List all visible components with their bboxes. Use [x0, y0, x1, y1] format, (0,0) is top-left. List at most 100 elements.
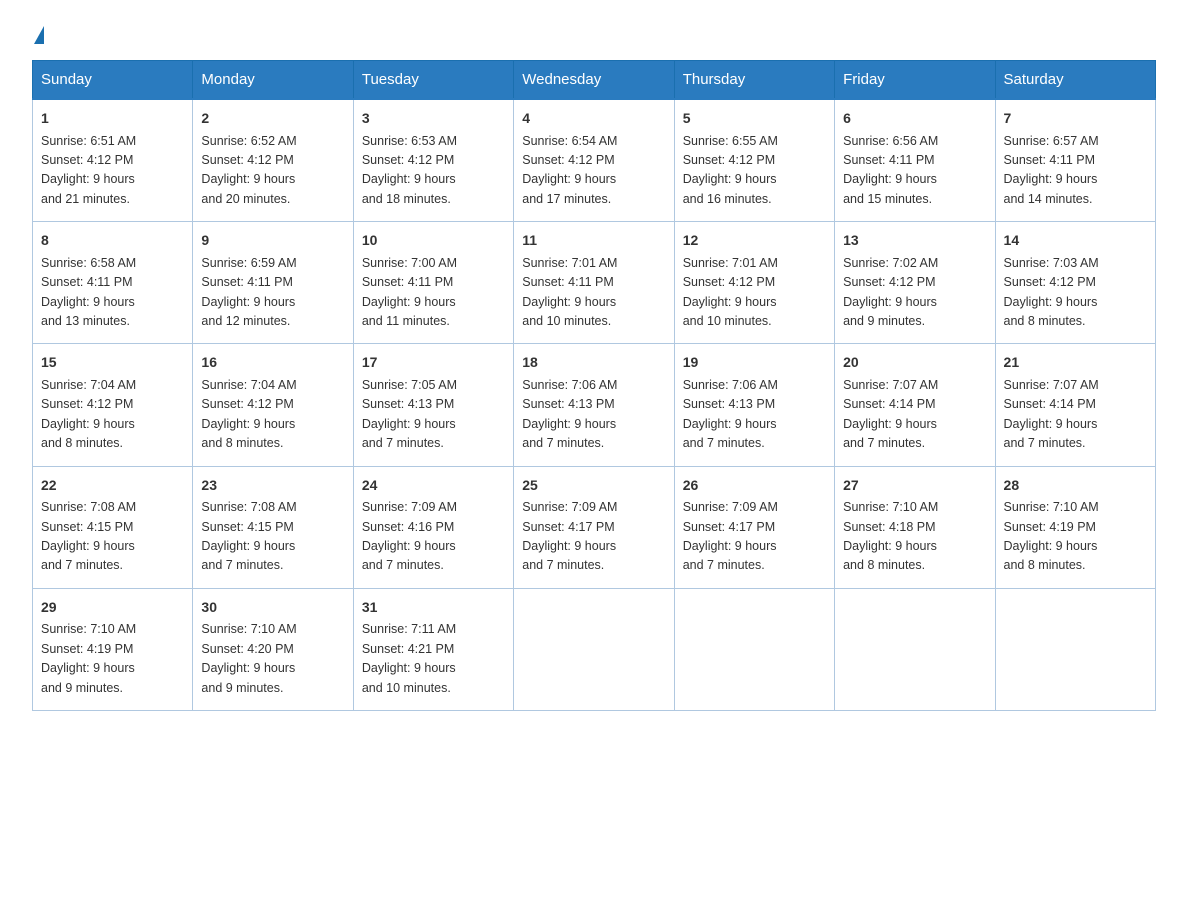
day-info: Sunrise: 7:10 AMSunset: 4:20 PMDaylight:… [201, 622, 296, 694]
calendar-cell: 18 Sunrise: 7:06 AMSunset: 4:13 PMDaylig… [514, 344, 674, 466]
day-info: Sunrise: 7:09 AMSunset: 4:17 PMDaylight:… [522, 500, 617, 572]
day-number: 17 [362, 352, 505, 374]
day-info: Sunrise: 6:53 AMSunset: 4:12 PMDaylight:… [362, 134, 457, 206]
day-info: Sunrise: 7:11 AMSunset: 4:21 PMDaylight:… [362, 622, 456, 694]
calendar-cell: 27 Sunrise: 7:10 AMSunset: 4:18 PMDaylig… [835, 466, 995, 588]
calendar-cell: 29 Sunrise: 7:10 AMSunset: 4:19 PMDaylig… [33, 588, 193, 710]
day-info: Sunrise: 7:08 AMSunset: 4:15 PMDaylight:… [41, 500, 136, 572]
day-number: 2 [201, 108, 344, 130]
calendar-week-row: 29 Sunrise: 7:10 AMSunset: 4:19 PMDaylig… [33, 588, 1156, 710]
day-info: Sunrise: 6:59 AMSunset: 4:11 PMDaylight:… [201, 256, 296, 328]
day-number: 18 [522, 352, 665, 374]
day-number: 1 [41, 108, 184, 130]
day-number: 13 [843, 230, 986, 252]
day-number: 29 [41, 597, 184, 619]
calendar-cell: 9 Sunrise: 6:59 AMSunset: 4:11 PMDayligh… [193, 222, 353, 344]
calendar-cell [514, 588, 674, 710]
page-header [32, 24, 1156, 42]
calendar-week-row: 8 Sunrise: 6:58 AMSunset: 4:11 PMDayligh… [33, 222, 1156, 344]
calendar-cell: 28 Sunrise: 7:10 AMSunset: 4:19 PMDaylig… [995, 466, 1155, 588]
calendar-cell [995, 588, 1155, 710]
day-number: 7 [1004, 108, 1147, 130]
day-number: 26 [683, 475, 826, 497]
day-info: Sunrise: 7:05 AMSunset: 4:13 PMDaylight:… [362, 378, 457, 450]
calendar-cell: 3 Sunrise: 6:53 AMSunset: 4:12 PMDayligh… [353, 99, 513, 222]
day-info: Sunrise: 7:06 AMSunset: 4:13 PMDaylight:… [522, 378, 617, 450]
calendar-cell: 22 Sunrise: 7:08 AMSunset: 4:15 PMDaylig… [33, 466, 193, 588]
day-info: Sunrise: 7:02 AMSunset: 4:12 PMDaylight:… [843, 256, 938, 328]
weekday-header-saturday: Saturday [995, 61, 1155, 100]
day-info: Sunrise: 7:07 AMSunset: 4:14 PMDaylight:… [843, 378, 938, 450]
day-number: 21 [1004, 352, 1147, 374]
day-number: 5 [683, 108, 826, 130]
day-info: Sunrise: 7:10 AMSunset: 4:18 PMDaylight:… [843, 500, 938, 572]
calendar-week-row: 15 Sunrise: 7:04 AMSunset: 4:12 PMDaylig… [33, 344, 1156, 466]
calendar-cell: 24 Sunrise: 7:09 AMSunset: 4:16 PMDaylig… [353, 466, 513, 588]
day-info: Sunrise: 7:10 AMSunset: 4:19 PMDaylight:… [1004, 500, 1099, 572]
day-number: 14 [1004, 230, 1147, 252]
weekday-header-wednesday: Wednesday [514, 61, 674, 100]
calendar-cell [674, 588, 834, 710]
calendar-cell: 21 Sunrise: 7:07 AMSunset: 4:14 PMDaylig… [995, 344, 1155, 466]
calendar-cell: 20 Sunrise: 7:07 AMSunset: 4:14 PMDaylig… [835, 344, 995, 466]
calendar-cell: 1 Sunrise: 6:51 AMSunset: 4:12 PMDayligh… [33, 99, 193, 222]
day-info: Sunrise: 6:54 AMSunset: 4:12 PMDaylight:… [522, 134, 617, 206]
day-number: 11 [522, 230, 665, 252]
weekday-header-row: SundayMondayTuesdayWednesdayThursdayFrid… [33, 61, 1156, 100]
calendar-table: SundayMondayTuesdayWednesdayThursdayFrid… [32, 60, 1156, 711]
weekday-header-sunday: Sunday [33, 61, 193, 100]
day-number: 30 [201, 597, 344, 619]
calendar-cell [835, 588, 995, 710]
logo-triangle-icon [34, 26, 44, 44]
calendar-cell: 30 Sunrise: 7:10 AMSunset: 4:20 PMDaylig… [193, 588, 353, 710]
day-info: Sunrise: 7:03 AMSunset: 4:12 PMDaylight:… [1004, 256, 1099, 328]
day-number: 12 [683, 230, 826, 252]
day-number: 15 [41, 352, 184, 374]
weekday-header-friday: Friday [835, 61, 995, 100]
day-number: 24 [362, 475, 505, 497]
day-info: Sunrise: 6:55 AMSunset: 4:12 PMDaylight:… [683, 134, 778, 206]
calendar-week-row: 22 Sunrise: 7:08 AMSunset: 4:15 PMDaylig… [33, 466, 1156, 588]
day-info: Sunrise: 7:01 AMSunset: 4:11 PMDaylight:… [522, 256, 617, 328]
calendar-week-row: 1 Sunrise: 6:51 AMSunset: 4:12 PMDayligh… [33, 99, 1156, 222]
calendar-cell: 11 Sunrise: 7:01 AMSunset: 4:11 PMDaylig… [514, 222, 674, 344]
calendar-cell: 5 Sunrise: 6:55 AMSunset: 4:12 PMDayligh… [674, 99, 834, 222]
calendar-cell: 17 Sunrise: 7:05 AMSunset: 4:13 PMDaylig… [353, 344, 513, 466]
calendar-cell: 4 Sunrise: 6:54 AMSunset: 4:12 PMDayligh… [514, 99, 674, 222]
day-number: 4 [522, 108, 665, 130]
day-info: Sunrise: 7:04 AMSunset: 4:12 PMDaylight:… [41, 378, 136, 450]
calendar-cell: 31 Sunrise: 7:11 AMSunset: 4:21 PMDaylig… [353, 588, 513, 710]
weekday-header-thursday: Thursday [674, 61, 834, 100]
weekday-header-tuesday: Tuesday [353, 61, 513, 100]
calendar-cell: 8 Sunrise: 6:58 AMSunset: 4:11 PMDayligh… [33, 222, 193, 344]
calendar-cell: 15 Sunrise: 7:04 AMSunset: 4:12 PMDaylig… [33, 344, 193, 466]
day-info: Sunrise: 7:07 AMSunset: 4:14 PMDaylight:… [1004, 378, 1099, 450]
day-number: 19 [683, 352, 826, 374]
calendar-cell: 7 Sunrise: 6:57 AMSunset: 4:11 PMDayligh… [995, 99, 1155, 222]
day-number: 20 [843, 352, 986, 374]
calendar-cell: 10 Sunrise: 7:00 AMSunset: 4:11 PMDaylig… [353, 222, 513, 344]
day-info: Sunrise: 7:09 AMSunset: 4:16 PMDaylight:… [362, 500, 457, 572]
calendar-cell: 2 Sunrise: 6:52 AMSunset: 4:12 PMDayligh… [193, 99, 353, 222]
calendar-cell: 6 Sunrise: 6:56 AMSunset: 4:11 PMDayligh… [835, 99, 995, 222]
day-number: 28 [1004, 475, 1147, 497]
day-number: 27 [843, 475, 986, 497]
day-info: Sunrise: 6:52 AMSunset: 4:12 PMDaylight:… [201, 134, 296, 206]
day-info: Sunrise: 7:06 AMSunset: 4:13 PMDaylight:… [683, 378, 778, 450]
day-info: Sunrise: 7:09 AMSunset: 4:17 PMDaylight:… [683, 500, 778, 572]
day-number: 23 [201, 475, 344, 497]
calendar-cell: 23 Sunrise: 7:08 AMSunset: 4:15 PMDaylig… [193, 466, 353, 588]
logo [32, 24, 46, 42]
calendar-cell: 16 Sunrise: 7:04 AMSunset: 4:12 PMDaylig… [193, 344, 353, 466]
calendar-cell: 13 Sunrise: 7:02 AMSunset: 4:12 PMDaylig… [835, 222, 995, 344]
day-number: 16 [201, 352, 344, 374]
day-number: 10 [362, 230, 505, 252]
day-number: 3 [362, 108, 505, 130]
day-info: Sunrise: 6:56 AMSunset: 4:11 PMDaylight:… [843, 134, 938, 206]
calendar-cell: 26 Sunrise: 7:09 AMSunset: 4:17 PMDaylig… [674, 466, 834, 588]
day-info: Sunrise: 7:01 AMSunset: 4:12 PMDaylight:… [683, 256, 778, 328]
day-number: 25 [522, 475, 665, 497]
day-number: 6 [843, 108, 986, 130]
day-info: Sunrise: 7:04 AMSunset: 4:12 PMDaylight:… [201, 378, 296, 450]
day-info: Sunrise: 7:00 AMSunset: 4:11 PMDaylight:… [362, 256, 457, 328]
